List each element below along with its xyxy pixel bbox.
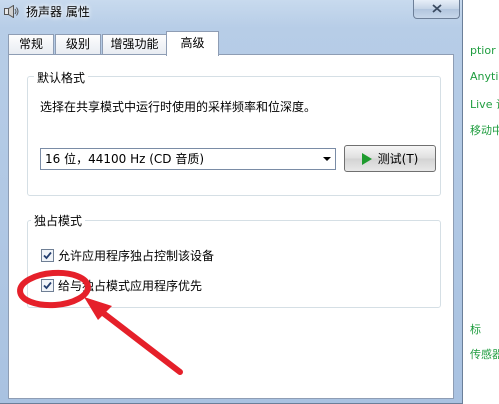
- test-button[interactable]: 测试(T): [344, 145, 436, 172]
- play-icon: [361, 152, 372, 165]
- allow-exclusive-control-option[interactable]: 允许应用程序独占控制该设备: [41, 247, 214, 264]
- default-format-title: 默认格式: [34, 69, 89, 86]
- default-format-group: [27, 76, 441, 196]
- background-text-5: 标: [470, 323, 481, 336]
- background-text-3: Live 设: [470, 98, 499, 111]
- checkmark-icon: [43, 251, 52, 260]
- test-button-label: 测试(T): [377, 152, 419, 166]
- background-text-6: 传感器: [470, 348, 499, 361]
- exclusive-priority-label: 给与独占模式应用程序优先: [58, 279, 203, 293]
- chevron-down-icon: [323, 157, 331, 161]
- screen: ptior Anytir Live 设 移动中 标 传感器 扬声器 属性 常规 …: [0, 0, 499, 404]
- format-select[interactable]: 16 位，44100 Hz (CD 音质): [40, 148, 336, 170]
- allow-exclusive-control-label: 允许应用程序独占控制该设备: [58, 249, 215, 263]
- background-text-4: 移动中: [470, 124, 499, 137]
- allow-exclusive-control-checkbox[interactable]: [41, 249, 54, 262]
- checkmark-icon: [43, 281, 52, 290]
- exclusive-priority-option[interactable]: 给与独占模式应用程序优先: [41, 277, 202, 294]
- format-select-value: 16 位，44100 Hz (CD 音质): [45, 152, 205, 166]
- exclusive-mode-group: [27, 220, 441, 308]
- default-format-description: 选择在共享模式中运行时使用的采样频率和位深度。: [40, 100, 317, 114]
- exclusive-mode-title: 独占模式: [31, 212, 86, 229]
- background-text-2: Anytir: [470, 70, 499, 83]
- exclusive-priority-checkbox[interactable]: [41, 279, 54, 292]
- background-window: [462, 0, 499, 404]
- background-text-1: ptior: [470, 44, 496, 57]
